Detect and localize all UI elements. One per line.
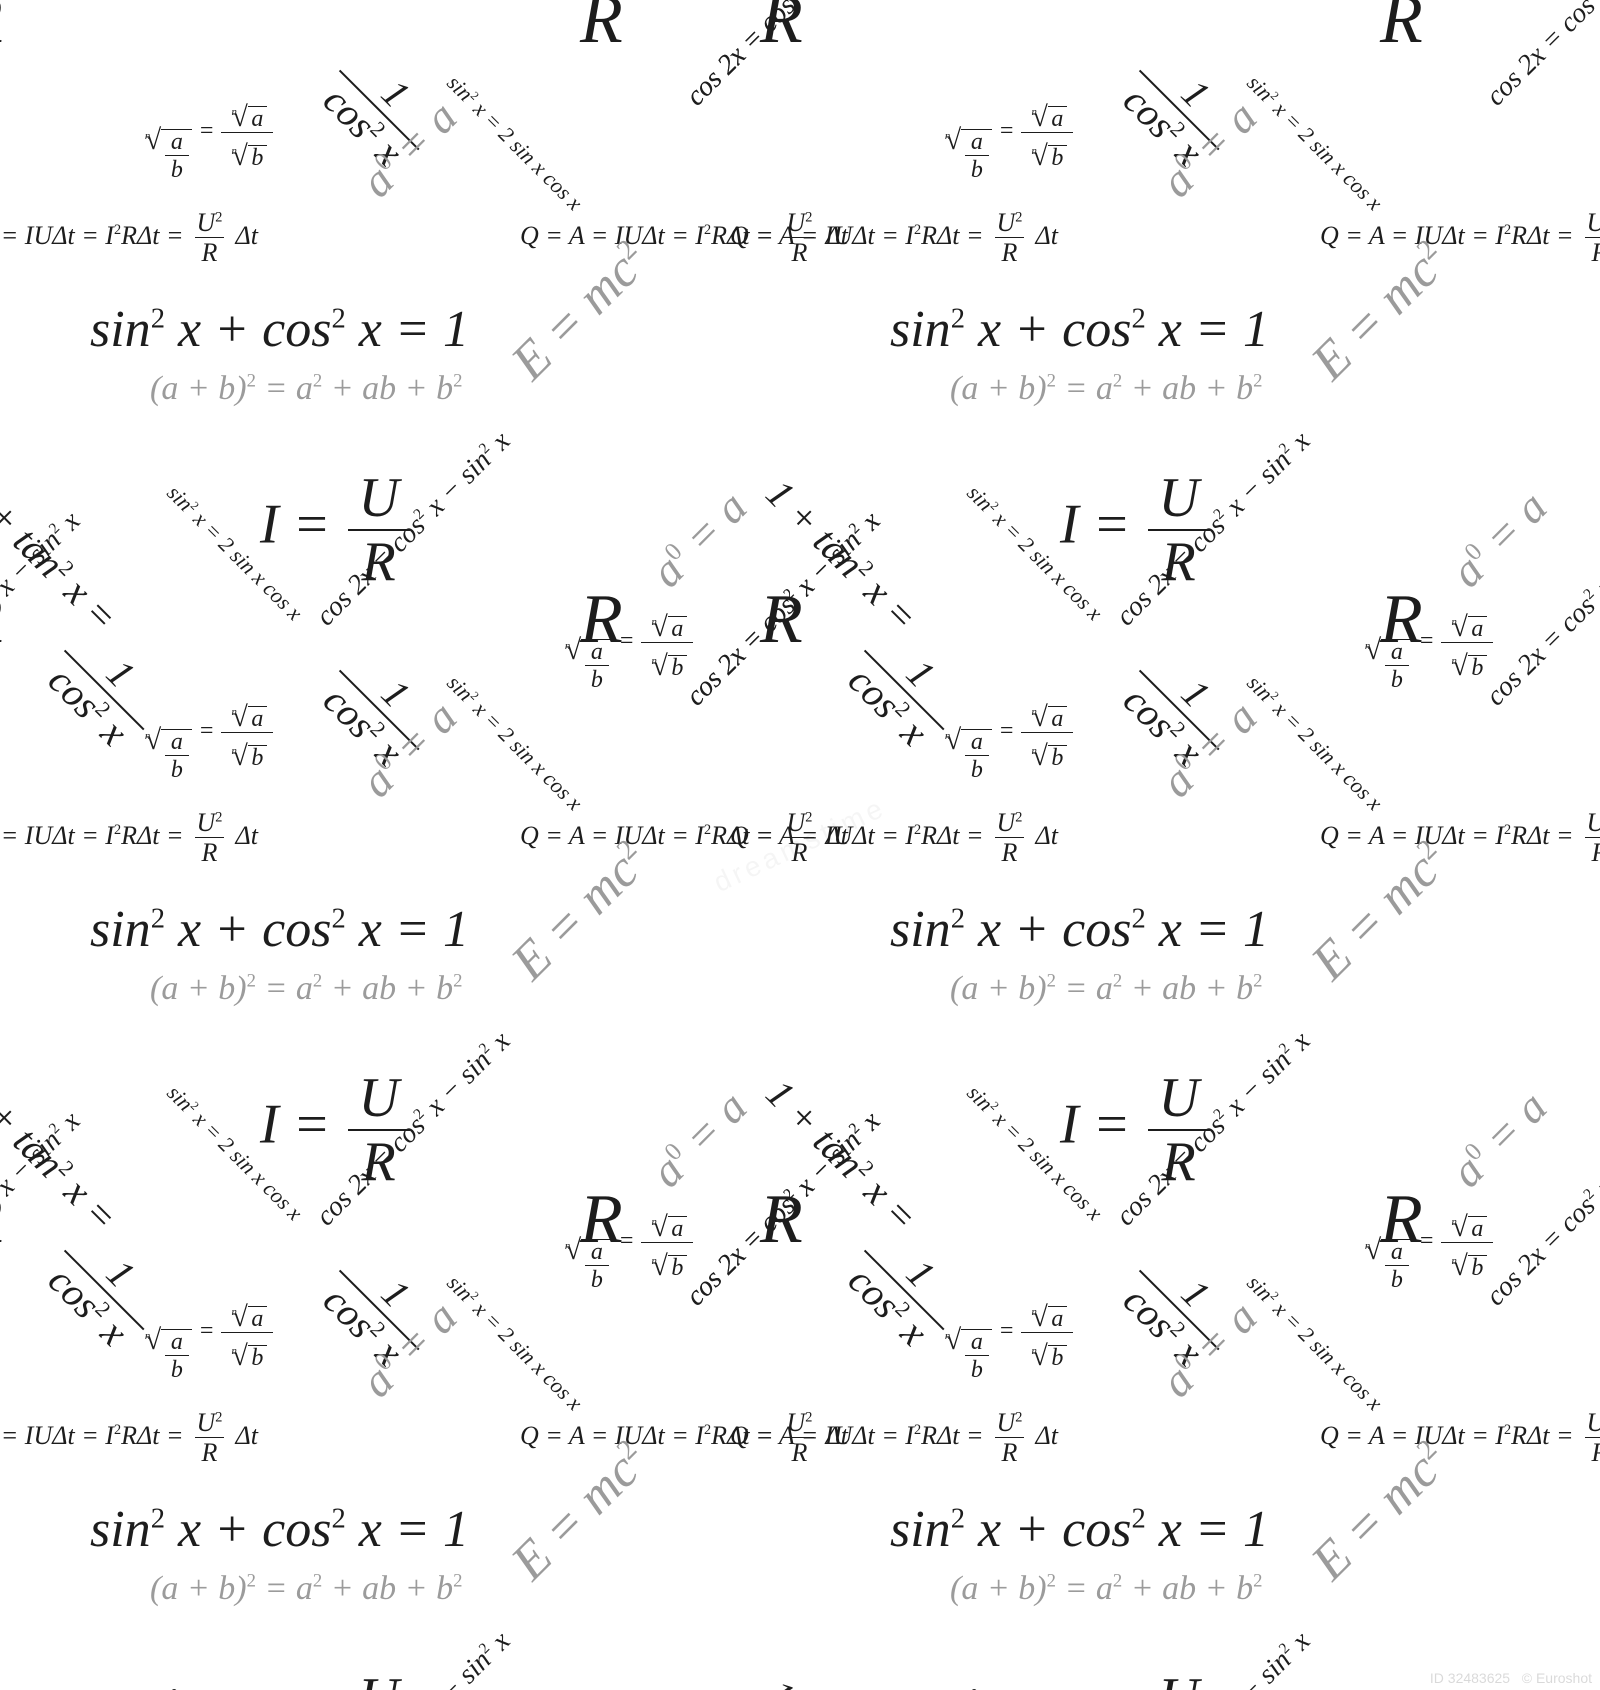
- formula-pythag_trig: sin2 x + cos2 x = 1: [90, 300, 469, 359]
- stock-credit: ID 32483625 © Euroshot: [1430, 1670, 1592, 1686]
- formula-pattern-stage: dreamstime ID 32483625 © Euroshot Rcos 2…: [0, 0, 1600, 1690]
- formula-joule_heat: Q = A = IUΔt = I2RΔt = U2R Δt: [730, 810, 1058, 866]
- formula-pythag_trig: sin2 x + cos2 x = 1: [890, 300, 1269, 359]
- formula-letter_R: R: [760, 1180, 803, 1260]
- formula-sin2x: sin2 x = 2 sin x cos x: [1242, 70, 1388, 216]
- formula-cos2x: cos 2x = cos2 x − sin2 x: [0, 0, 87, 113]
- formula-pythag_trig: sin2 x + cos2 x = 1: [90, 900, 469, 959]
- formula-letter_R: R: [760, 580, 803, 660]
- formula-letter_R: R: [760, 0, 803, 60]
- formula-letter_R: R: [580, 1180, 623, 1260]
- formula-nth_root_quot: n√ab = n√an√b: [940, 95, 1073, 182]
- formula-sin2x: sin2 x = 2 sin x cos x: [442, 670, 588, 816]
- formula-joule_heat: Q = A = IUΔt = I2RΔt = U2R Δt: [1320, 810, 1600, 866]
- formula-binomial_sq: (a + b)2 = a2 + ab + b2: [150, 1570, 462, 1608]
- formula-binomial_sq: (a + b)2 = a2 + ab + b2: [150, 370, 462, 408]
- formula-nth_root_quot: n√ab = n√an√b: [140, 695, 273, 782]
- formula-tan_identity: 1 + tan2 x =: [0, 1670, 127, 1690]
- formula-binomial_sq: (a + b)2 = a2 + ab + b2: [150, 970, 462, 1008]
- formula-sin2x: sin2 x = 2 sin x cos x: [442, 1270, 588, 1416]
- formula-pythag_trig: sin2 x + cos2 x = 1: [890, 900, 1269, 959]
- formula-letter_R: R: [1380, 1180, 1423, 1260]
- formula-nth_root_quot: n√ab = n√an√b: [940, 1295, 1073, 1382]
- formula-sin2x: sin2 x = 2 sin x cos x: [442, 70, 588, 216]
- formula-pythag_trig: sin2 x + cos2 x = 1: [90, 1500, 469, 1559]
- formula-joule_heat: Q = A = IUΔt = I2RΔt = U2R Δt: [1320, 1410, 1600, 1466]
- formula-letter_R: R: [0, 0, 3, 60]
- formula-joule_heat: Q = A = IUΔt = I2RΔt = U2R Δt: [0, 810, 258, 866]
- formula-joule_heat: Q = A = IUΔt = I2RΔt = U2R Δt: [730, 1410, 1058, 1466]
- formula-a_to_zero: a0 = a: [1440, 1080, 1557, 1197]
- formula-a_to_zero: a0 = a: [1440, 480, 1557, 597]
- formula-nth_root_quot: n√ab = n√an√b: [140, 95, 273, 182]
- formula-joule_heat: Q = A = IUΔt = I2RΔt = U2R Δt: [1320, 210, 1600, 266]
- formula-letter_R: R: [580, 0, 623, 60]
- formula-binomial_sq: (a + b)2 = a2 + ab + b2: [950, 970, 1262, 1008]
- formula-a_to_zero: a0 = a: [640, 1680, 757, 1690]
- formula-a_to_zero: a0 = a: [640, 1080, 757, 1197]
- formula-cos2x: cos 2x = cos2 x − sin2 x: [1480, 0, 1600, 113]
- formula-sin2x: sin2 x = 2 sin x cos x: [1242, 670, 1388, 816]
- formula-letter_R: R: [0, 580, 3, 660]
- formula-joule_heat: Q = A = IUΔt = I2RΔt = U2R Δt: [0, 1410, 258, 1466]
- formula-letter_R: R: [580, 580, 623, 660]
- formula-binomial_sq: (a + b)2 = a2 + ab + b2: [950, 370, 1262, 408]
- formula-nth_root_quot: n√ab = n√an√b: [140, 1295, 273, 1382]
- formula-sin2x: sin2 x = 2 sin x cos x: [1242, 1270, 1388, 1416]
- formula-nth_root_quot: n√ab = n√an√b: [940, 695, 1073, 782]
- formula-letter_R: R: [1380, 580, 1423, 660]
- formula-tan_identity: 1 + tan2 x =: [757, 1670, 927, 1690]
- formula-joule_heat: Q = A = IUΔt = I2RΔt = U2R Δt: [730, 210, 1058, 266]
- formula-joule_heat: Q = A = IUΔt = I2RΔt = U2R Δt: [0, 210, 258, 266]
- formula-ohm: I = UR: [1060, 1670, 1213, 1690]
- formula-letter_R: R: [1380, 0, 1423, 60]
- formula-pythag_trig: sin2 x + cos2 x = 1: [890, 1500, 1269, 1559]
- formula-ohm: I = UR: [260, 1670, 413, 1690]
- formula-letter_R: R: [0, 1180, 3, 1260]
- formula-a_to_zero: a0 = a: [640, 480, 757, 597]
- formula-binomial_sq: (a + b)2 = a2 + ab + b2: [950, 1570, 1262, 1608]
